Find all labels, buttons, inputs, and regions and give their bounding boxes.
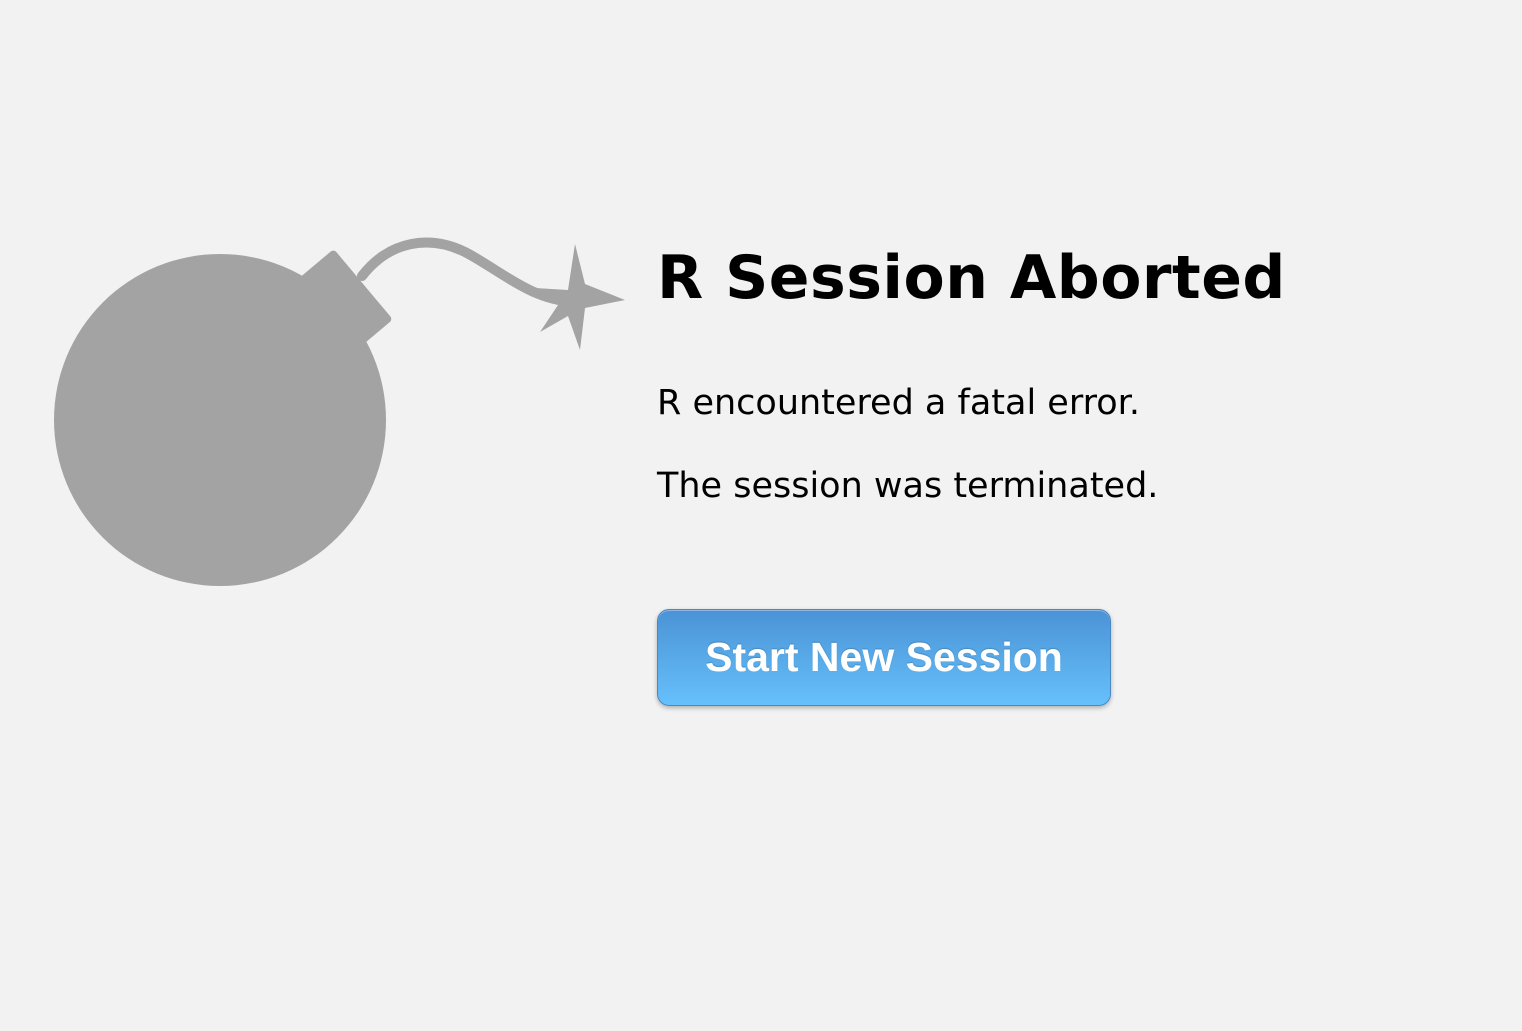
- error-message: R encountered a fatal error.: [657, 383, 1140, 423]
- start-new-session-button[interactable]: Start New Session: [657, 609, 1111, 706]
- bomb-icon: [40, 230, 640, 610]
- page-title: R Session Aborted: [657, 243, 1286, 313]
- termination-message: The session was terminated.: [657, 466, 1159, 506]
- error-panel: R Session Aborted R encountered a fatal …: [657, 236, 1457, 706]
- session-aborted-screen: R Session Aborted R encountered a fatal …: [0, 0, 1522, 1031]
